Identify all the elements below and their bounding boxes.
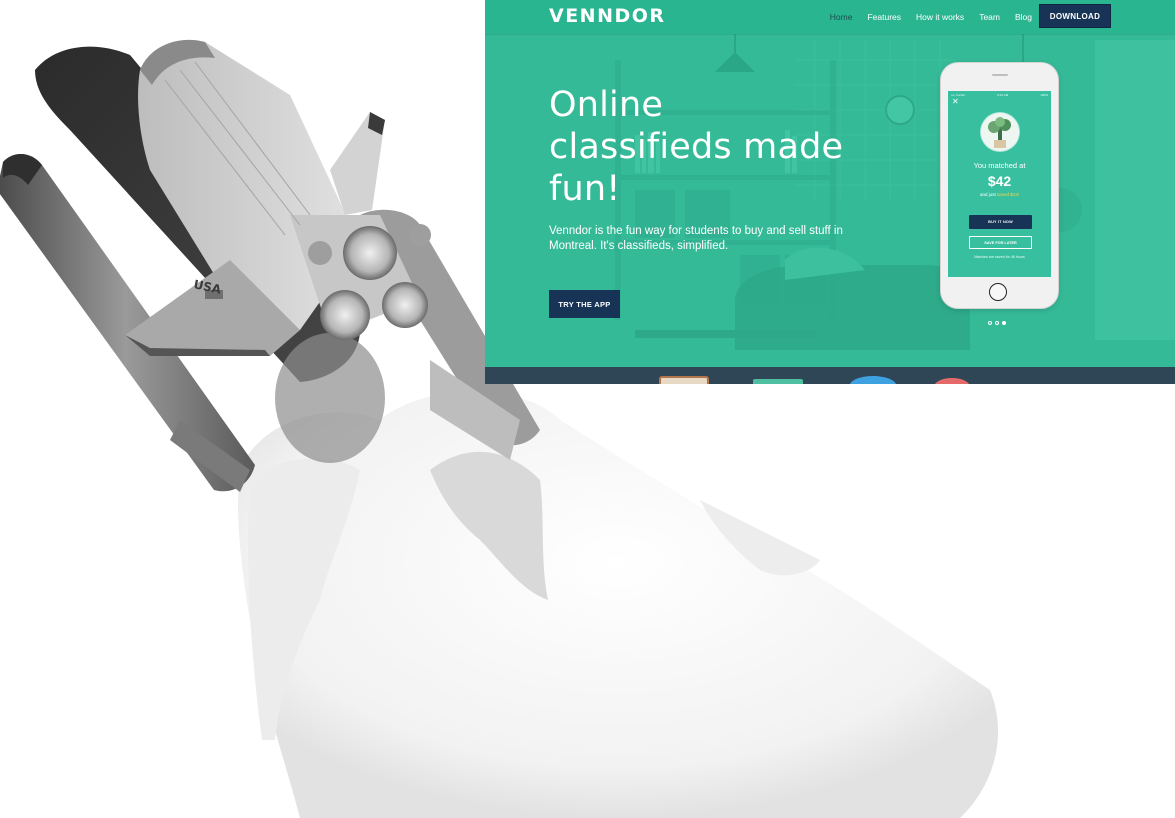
feature-icon-box (659, 376, 709, 384)
feature-icons-peek (659, 376, 969, 384)
status-time: 9:41 AM (997, 92, 1009, 97)
hero-description: Venndor is the fun way for students to b… (549, 224, 849, 254)
nav-links: Home Features How it works Team Blog (830, 0, 1032, 34)
buy-it-now-button[interactable]: BUY IT NOW (969, 215, 1032, 229)
matched-item-photo (981, 113, 1019, 151)
match-price: $42 (987, 173, 1012, 189)
feature-icon-card (753, 379, 803, 384)
phone-mockup: •••• Carrier 9:41 AM 100% ✕ You matched … (940, 62, 1059, 309)
carousel-dot[interactable] (988, 321, 992, 325)
hero-description-line: Montreal. It's classifieds, simplified. (549, 240, 729, 252)
save-for-later-button[interactable]: SAVE FOR LATER (969, 236, 1032, 249)
feature-icon-heart (935, 378, 969, 384)
carousel-dots (988, 321, 1006, 325)
phone-status-bar: •••• Carrier 9:41 AM 100% (948, 91, 1051, 98)
carrier-label: •••• Carrier (951, 92, 966, 97)
nav-link-blog[interactable]: Blog (1015, 12, 1032, 22)
phone-screen: •••• Carrier 9:41 AM 100% ✕ You matched … (948, 91, 1051, 277)
nav-link-home[interactable]: Home (830, 12, 853, 22)
hero-title-line: classifieds made (549, 127, 844, 167)
nav-link-how-it-works[interactable]: How it works (916, 12, 964, 22)
matches-saved-note: Matches are saved for 48 hours (974, 255, 1025, 259)
features-section-peek (485, 367, 1175, 384)
hero-title-line: fun! (549, 169, 621, 209)
feature-icon-bubble (850, 376, 896, 384)
phone-speaker (992, 74, 1008, 76)
carousel-dot-active[interactable] (1002, 321, 1006, 325)
plant-thumbnail-image (981, 113, 1019, 151)
venndor-logo[interactable]: VENNDOR (549, 4, 666, 28)
hero-title: Online classifieds made fun! (549, 84, 879, 210)
phone-home-button[interactable] (989, 283, 1007, 301)
hero-title-line: Online (549, 85, 664, 125)
savings-amount: saved $13! (997, 192, 1020, 197)
close-icon[interactable]: ✕ (952, 98, 959, 106)
carousel-dot[interactable] (995, 321, 999, 325)
nav-link-team[interactable]: Team (979, 12, 1000, 22)
venndor-landing-page: VENNDOR Home Features How it works Team … (485, 0, 1175, 384)
download-button[interactable]: DOWNLOAD (1039, 4, 1111, 28)
match-label: You matched at (973, 161, 1026, 170)
nav-link-features[interactable]: Features (867, 12, 901, 22)
battery-label: 100% (1040, 92, 1048, 97)
savings-prefix: and just (979, 192, 996, 197)
top-navbar: VENNDOR Home Features How it works Team … (485, 0, 1175, 34)
orbiter: USA (125, 39, 431, 356)
try-the-app-button[interactable]: TRY THE APP (549, 290, 620, 318)
hero-description-line: Venndor is the fun way for students to b… (549, 225, 843, 237)
savings-line: and just saved $13! (948, 192, 1051, 197)
